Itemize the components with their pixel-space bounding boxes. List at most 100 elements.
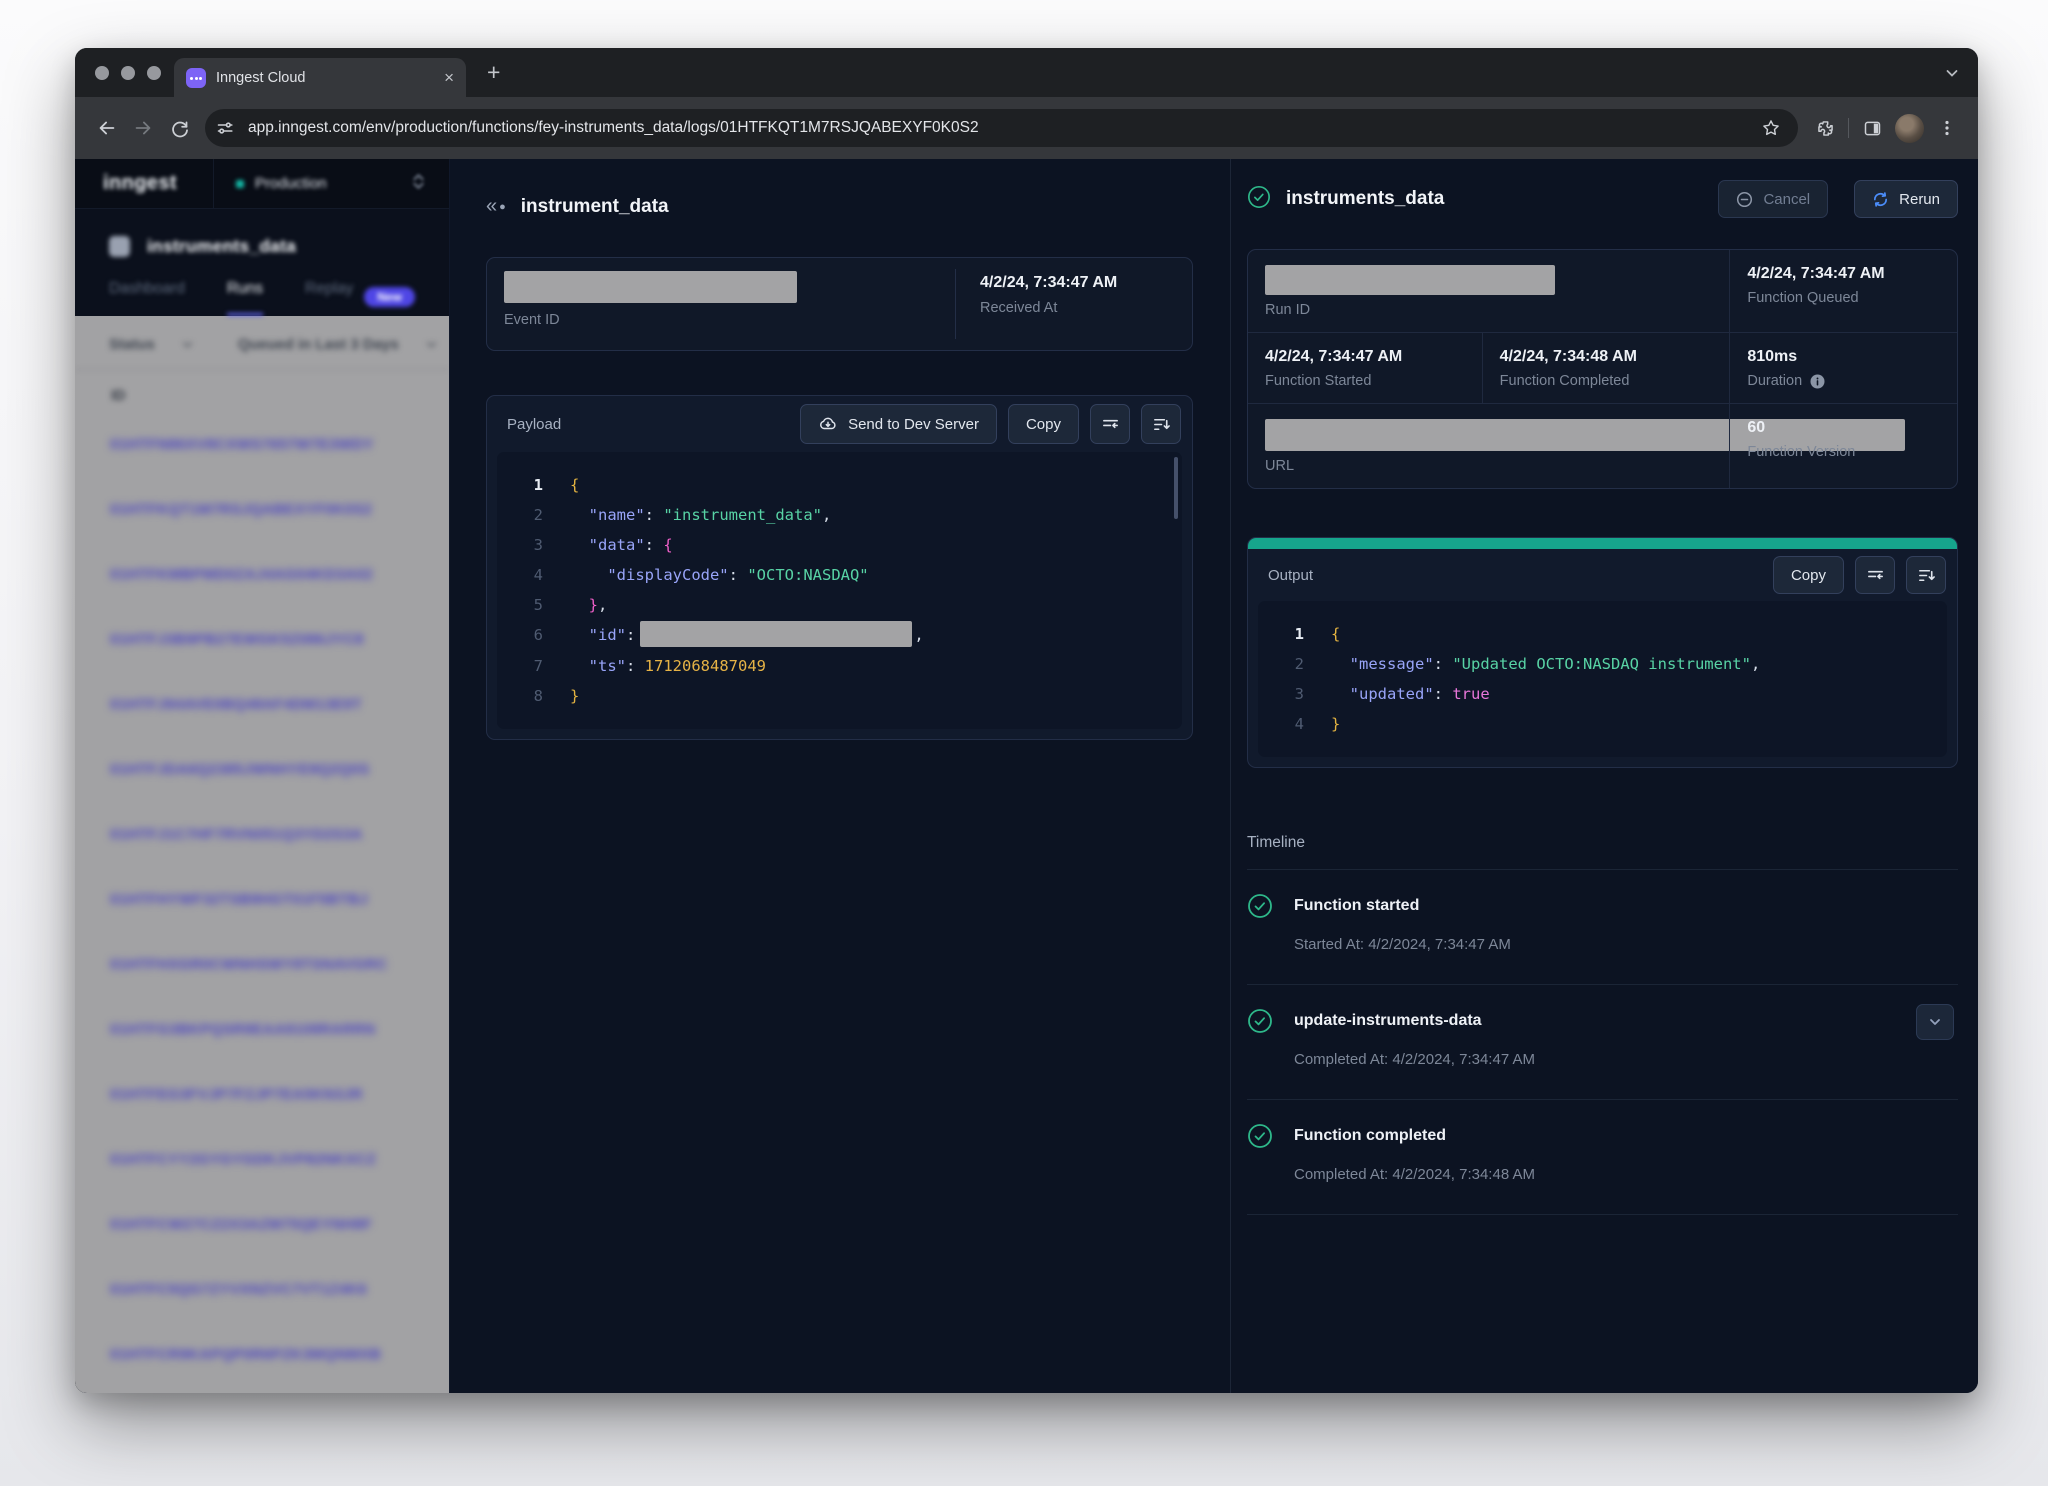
extensions-icon[interactable] bbox=[1808, 111, 1842, 145]
time-range-filter-dropdown[interactable]: Queued in Last 3 Days bbox=[238, 336, 438, 353]
code-token: "instrument_data" bbox=[663, 506, 822, 524]
run-id-item[interactable]: 01HTFG3BKPQSR9EAA9108RARRN bbox=[75, 997, 449, 1062]
close-window-button[interactable] bbox=[95, 66, 109, 80]
code-content: "message": "Updated OCTO:NASDAQ instrume… bbox=[1331, 649, 1760, 679]
cancel-run-button[interactable]: Cancel bbox=[1718, 180, 1828, 218]
code-scrollbar[interactable] bbox=[1174, 457, 1178, 519]
url-bar[interactable]: app.inngest.com/env/production/functions… bbox=[205, 109, 1798, 147]
traffic-lights[interactable] bbox=[75, 66, 161, 80]
run-id-list: 01HTFN86XV8CXWS7657W7E3WDY01HTFKQT1M7RSJ… bbox=[75, 412, 449, 1387]
code-token bbox=[1331, 655, 1350, 673]
function-header: instruments_data bbox=[75, 209, 449, 272]
run-id-item[interactable]: 01HTFCW27CZ2X3AZM75QEYNH8F bbox=[75, 1192, 449, 1257]
tab-dashboard[interactable]: Dashboard bbox=[109, 280, 185, 313]
status-filter-dropdown[interactable]: Status bbox=[109, 336, 194, 353]
output-wrap-lines-button[interactable] bbox=[1855, 556, 1895, 594]
expand-step-button[interactable] bbox=[1916, 1004, 1954, 1040]
output-card: Output Copy 1{2 "message": "Updated OCTO… bbox=[1247, 537, 1958, 768]
payload-copy-button[interactable]: Copy bbox=[1008, 404, 1079, 444]
env-switcher-chevrons-icon[interactable] bbox=[412, 172, 425, 196]
scroll-to-bottom-icon bbox=[1917, 566, 1936, 585]
rerun-label: Rerun bbox=[1899, 191, 1940, 208]
tab-search-chevron-icon[interactable] bbox=[1944, 65, 1960, 86]
line-number: 8 bbox=[497, 681, 543, 711]
payload-expand-button[interactable] bbox=[1141, 404, 1181, 444]
new-tab-button[interactable]: + bbox=[487, 61, 500, 83]
run-id-item[interactable]: 01HTFCYY2GYGYGDKJVP82NKXCZ bbox=[75, 1127, 449, 1192]
status-filter-label: Status bbox=[109, 336, 155, 353]
run-title: instruments_data bbox=[1286, 188, 1692, 210]
site-info-icon[interactable] bbox=[211, 114, 239, 142]
run-id-item[interactable]: 01HTFKQT1M7RSJQABEXYF0K0S2 bbox=[75, 477, 449, 542]
code-line: 8} bbox=[497, 681, 1182, 711]
run-id-item[interactable]: 01HTFJ94AVE0BQ48AF4DM13E9T bbox=[75, 672, 449, 737]
event-header: «● instrument_data bbox=[486, 195, 1193, 218]
output-copy-button[interactable]: Copy bbox=[1773, 556, 1844, 594]
run-id-item[interactable]: 01HTFJDA6Q2385JWNHYE9Q2Q0S bbox=[75, 737, 449, 802]
env-status-dot-icon bbox=[236, 180, 244, 188]
code-token bbox=[570, 536, 589, 554]
run-id-item[interactable]: 01HTFKMBPMD0ZAJ4AG04KD3A02 bbox=[75, 542, 449, 607]
tab-runs[interactable]: Runs bbox=[227, 280, 263, 316]
run-id-item[interactable]: 01HTFEG3FVJP7FZJP7EA5KN3JR bbox=[75, 1062, 449, 1127]
send-to-dev-server-label: Send to Dev Server bbox=[848, 416, 979, 433]
code-token: "name" bbox=[589, 506, 645, 524]
function-tabs: Dashboard Runs Replay New bbox=[75, 272, 449, 316]
code-content: "ts": 1712068487049 bbox=[570, 651, 766, 681]
tab-replay[interactable]: Replay bbox=[305, 280, 353, 313]
profile-avatar[interactable] bbox=[1895, 114, 1924, 143]
tab-close-icon[interactable]: × bbox=[444, 69, 454, 86]
tab-title: Inngest Cloud bbox=[216, 70, 434, 86]
run-details-card: Run ID 4/2/24, 7:34:47 AM Function Queue… bbox=[1247, 249, 1958, 489]
code-token bbox=[570, 596, 589, 614]
browser-tab[interactable]: Inngest Cloud × bbox=[174, 58, 466, 97]
run-id-item[interactable]: 01HTFC5QG7ZYVXNZVC7VT1Z4K6 bbox=[75, 1257, 449, 1322]
environment-selector[interactable]: Production bbox=[214, 175, 412, 192]
run-id-item[interactable]: 01HTFHXGR0CWNHSWY8TSNAVGRC bbox=[75, 932, 449, 997]
run-id-item[interactable]: 01HTFJ1C7HF7RVN051Q3YD2S3A bbox=[75, 802, 449, 867]
code-token: : bbox=[1434, 685, 1453, 703]
zoom-window-button[interactable] bbox=[147, 66, 161, 80]
code-token: true bbox=[1452, 685, 1489, 703]
minimize-window-button[interactable] bbox=[121, 66, 135, 80]
reload-button[interactable] bbox=[161, 110, 197, 146]
browser-toolbar: app.inngest.com/env/production/functions… bbox=[75, 97, 1978, 159]
run-id-item[interactable]: 01HTFJ3B9PB27EWGK5Z086JYC8 bbox=[75, 607, 449, 672]
output-code-block[interactable]: 1{2 "message": "Updated OCTO:NASDAQ inst… bbox=[1258, 601, 1947, 757]
code-content: "displayCode": "OCTO:NASDAQ" bbox=[570, 560, 869, 590]
timeline-item: Function startedStarted At: 4/2/2024, 7:… bbox=[1247, 870, 1958, 985]
event-id-redacted-value bbox=[504, 271, 797, 303]
bookmark-star-icon[interactable] bbox=[1754, 111, 1788, 145]
output-title: Output bbox=[1268, 567, 1762, 584]
code-content: } bbox=[570, 681, 579, 711]
side-panel-icon[interactable] bbox=[1855, 111, 1889, 145]
run-id-item[interactable]: 01HTFHYWF32TSB9HGT01F5BTBJ bbox=[75, 867, 449, 932]
code-token: , bbox=[914, 626, 923, 644]
sidebar-topbar: inngest Production bbox=[75, 159, 449, 209]
send-to-dev-server-button[interactable]: Send to Dev Server bbox=[800, 404, 997, 444]
tab-replay-group[interactable]: Replay New bbox=[305, 280, 415, 313]
run-id-item[interactable]: 01HTFCR9KAPQP0R6PZK3MQNMXB bbox=[75, 1322, 449, 1387]
code-line: 2 "name": "instrument_data", bbox=[497, 500, 1182, 530]
rerun-button[interactable]: Rerun bbox=[1854, 180, 1958, 218]
step-success-check-icon bbox=[1247, 893, 1273, 924]
browser-menu-icon[interactable] bbox=[1930, 111, 1964, 145]
toolbar-divider bbox=[1848, 118, 1849, 138]
code-token: "displayCode" bbox=[607, 566, 728, 584]
duration-label: Duration bbox=[1747, 373, 1941, 389]
info-icon[interactable] bbox=[1810, 374, 1825, 389]
run-id-item[interactable]: 01HTFN86XV8CXWS7657W7E3WDY bbox=[75, 412, 449, 477]
code-token: "ts" bbox=[589, 657, 626, 675]
payload-code-block[interactable]: 1{2 "name": "instrument_data",3 "data": … bbox=[497, 452, 1182, 729]
url-cell: URL bbox=[1248, 404, 1729, 488]
code-line: 6 "id":, bbox=[497, 620, 1182, 651]
code-token: } bbox=[589, 596, 598, 614]
output-expand-button[interactable] bbox=[1906, 556, 1946, 594]
runs-filters: Status Queued in Last 3 Days bbox=[75, 316, 449, 369]
forward-button[interactable] bbox=[125, 110, 161, 146]
code-token: { bbox=[1331, 625, 1340, 643]
url-text[interactable]: app.inngest.com/env/production/functions… bbox=[248, 119, 1754, 137]
received-at-cell: 4/2/24, 7:34:47 AM Received At bbox=[956, 258, 1117, 350]
payload-wrap-lines-button[interactable] bbox=[1090, 404, 1130, 444]
back-button[interactable] bbox=[89, 110, 125, 146]
